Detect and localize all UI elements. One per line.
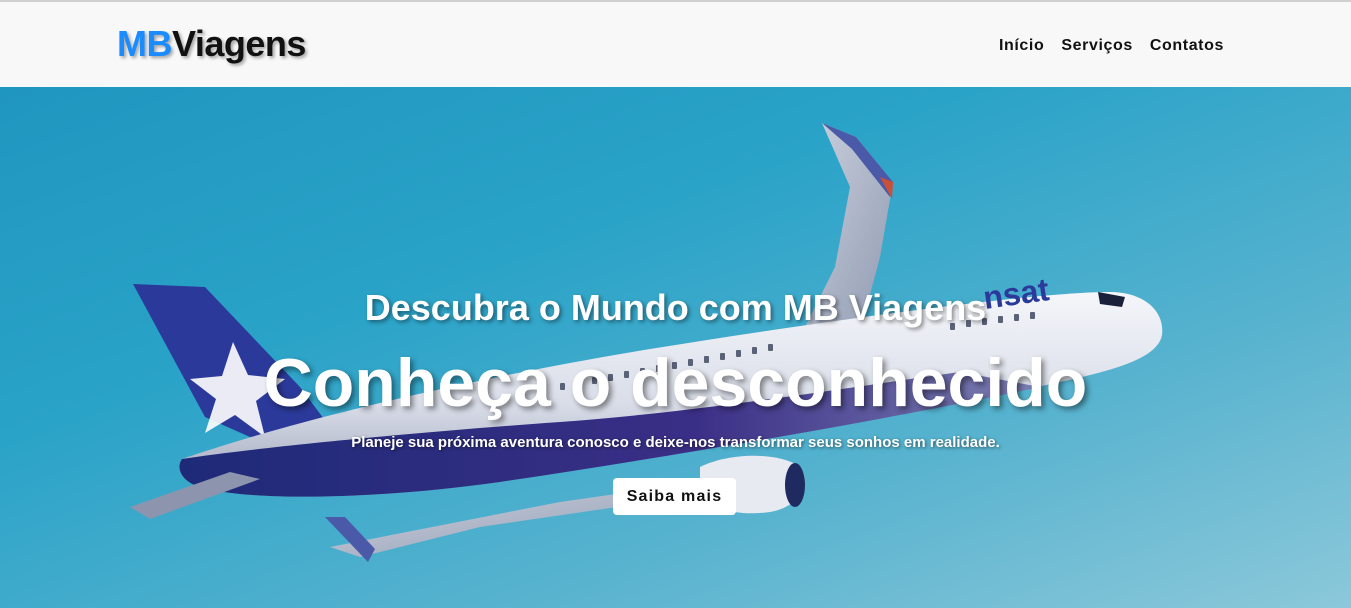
hero-title: Conheça o desconhecido (263, 345, 1088, 421)
site-header: MBViagens Início Serviços Contatos (0, 0, 1351, 87)
nav-link-servicos[interactable]: Serviços (1061, 36, 1133, 56)
nav-link-inicio[interactable]: Início (999, 36, 1044, 56)
saiba-mais-button[interactable]: Saiba mais (613, 478, 736, 515)
site-logo[interactable]: MBViagens (117, 24, 306, 64)
main-nav: Início Serviços Contatos (999, 36, 1224, 56)
logo-mb: MB (117, 23, 173, 64)
nav-link-contatos[interactable]: Contatos (1150, 36, 1224, 56)
hero-section: nsat Descubra o Mundo com MB Viagens Con… (0, 87, 1351, 608)
logo-viagens: Viagens (172, 23, 306, 64)
hero-subtitle: Descubra o Mundo com MB Viagens (364, 287, 987, 328)
hero-content: Descubra o Mundo com MB Viagens Conheça … (0, 87, 1351, 608)
hero-tagline: Planeje sua próxima aventura conosco e d… (351, 434, 1000, 451)
